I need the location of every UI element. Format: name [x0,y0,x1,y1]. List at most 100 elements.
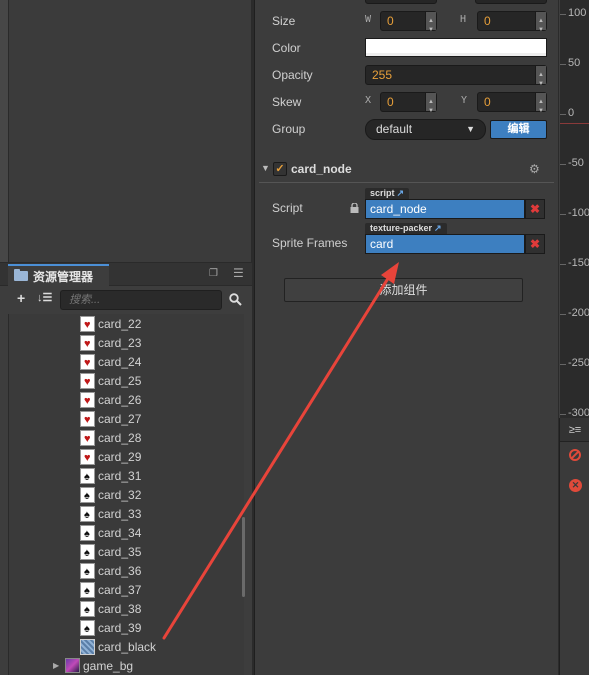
tree-row[interactable]: ♥ card_26 [9,390,244,409]
stepper-icon[interactable] [535,93,546,120]
gear-icon[interactable]: ⚙ [529,162,540,176]
skew-y-value: 0 [484,95,491,109]
tree-row[interactable]: card_black [9,637,244,656]
menu-icon[interactable]: ☰ [233,266,244,280]
tree-row[interactable]: ♠ card_34 [9,523,244,542]
sort-icon[interactable]: ↓☰ [37,291,52,304]
card-back-icon [80,638,95,655]
tree-scrollbar[interactable] [242,517,245,597]
tree-row[interactable]: ♠ card_31 [9,466,244,485]
heart-card-icon: ♥ [80,353,95,370]
tree-row[interactable]: ♠ card_33 [9,504,244,523]
ruler-label: -250 [568,357,589,369]
size-width-input[interactable]: 0 [380,11,437,39]
ruler-label: 50 [568,57,581,69]
heart-card-icon: ♥ [80,410,95,427]
stepper-icon[interactable] [425,93,436,120]
side-toolbar: ≥≡ ✕ [559,418,589,675]
stepper-icon[interactable] [425,12,436,39]
stepper-icon[interactable] [535,12,546,39]
tree-row[interactable]: ♠ card_38 [9,599,244,618]
group-select[interactable]: default ▼ [365,119,486,140]
tree-row[interactable]: ▶ game_bg [9,656,244,675]
ruler-tick [560,214,566,215]
scene-ruler: 100 50 0 -50 -100 -150 -200 -250 -300 [559,0,589,418]
sprite-frames-label: Sprite Frames [272,236,348,250]
ruler-tick [560,314,566,315]
ruler-label: -50 [568,157,584,169]
spade-card-icon: ♠ [80,619,95,636]
component-enabled-checkbox[interactable]: ✓ [273,162,287,176]
popout-icon[interactable]: ❐ [209,268,218,279]
ruler-label: -100 [568,207,589,219]
tree-row[interactable]: ♠ card_36 [9,561,244,580]
spade-card-icon: ♠ [80,581,95,598]
tree-row-label: card_22 [98,316,142,331]
tree-row-label: card_29 [98,449,142,464]
tree-row-label: card_31 [98,468,142,483]
clear-log-icon[interactable] [569,449,581,461]
stepper-icon[interactable] [535,66,546,93]
heart-card-icon: ♥ [80,334,95,351]
tree-row[interactable]: ♥ card_23 [9,333,244,352]
assets-tab-title: 资源管理器 [33,269,94,284]
group-edit-button[interactable]: 编辑 [490,120,547,139]
spade-card-icon: ♠ [80,486,95,503]
tree-row[interactable]: ♠ card_32 [9,485,244,504]
image-icon [65,658,80,673]
add-icon[interactable]: + [17,290,25,306]
tree-row[interactable]: ♥ card_25 [9,371,244,390]
tree-row-label: card_36 [98,563,142,578]
heart-card-icon: ♥ [80,391,95,408]
tree-row[interactable]: ♥ card_29 [9,447,244,466]
skew-x-input[interactable]: 0 [380,92,437,120]
clear-sprite-button[interactable]: ✖ [525,234,545,254]
expand-arrow-icon[interactable]: ▶ [53,661,65,670]
skew-x-axis: X [365,95,372,106]
asset-tree: ♥ card_22 ♥ card_23 ♥ card_24 ♥ card_25 ♥ card_26… [8,314,244,675]
dropdown-arrow-icon: ▼ [466,124,475,134]
size-height-input[interactable]: 0 [477,11,547,39]
lock-icon [350,203,359,213]
heart-card-icon: ♥ [80,315,95,332]
tree-row-label: card_33 [98,506,142,521]
size-w-axis: W [365,14,372,25]
sprite-frames-field[interactable]: card [365,234,525,254]
ruler-label: -200 [568,307,589,319]
tree-row-label: card_23 [98,335,142,350]
clipped-field [475,0,547,4]
add-component-button[interactable]: 添加组件 [284,278,523,302]
spade-card-icon: ♠ [80,524,95,541]
color-swatch[interactable] [365,38,547,57]
tree-row[interactable]: ♥ card_27 [9,409,244,428]
assets-panel: 资源管理器 ❐ ☰ + ↓☰ 搜索... ♥ card_22 ♥ card_23 ♥ ca… [0,262,252,675]
tree-row[interactable]: ♠ card_35 [9,542,244,561]
script-field[interactable]: card_node [365,199,525,219]
ruler-label: 100 [568,7,587,19]
color-label: Color [272,41,301,55]
script-tag-text: script [370,188,395,198]
search-input[interactable]: 搜索... [60,290,222,310]
sprite-tag-text: texture-packer [370,223,433,233]
skew-y-axis: Y [461,95,468,106]
spade-card-icon: ♠ [80,543,95,560]
console-toggle-icon[interactable]: ≥≡ [560,418,589,442]
search-icon[interactable] [229,293,242,306]
external-link-icon[interactable]: ↗ [397,188,405,198]
opacity-input[interactable]: 255 [365,65,547,93]
error-icon[interactable]: ✕ [569,479,582,492]
tree-row[interactable]: ♥ card_24 [9,352,244,371]
tree-row[interactable]: ♥ card_22 [9,314,244,333]
tree-row-label: card_37 [98,582,142,597]
tree-row[interactable]: ♠ card_37 [9,580,244,599]
tree-row-label: card_26 [98,392,142,407]
external-link-icon[interactable]: ↗ [434,223,442,233]
collapse-arrow-icon[interactable]: ▼ [261,163,270,173]
clear-script-button[interactable]: ✖ [525,199,545,219]
tree-row-label: card_34 [98,525,142,540]
tree-row-label: card_38 [98,601,142,616]
tree-row[interactable]: ♠ card_39 [9,618,244,637]
assets-tab[interactable]: 资源管理器 [8,264,109,286]
skew-y-input[interactable]: 0 [477,92,547,120]
tree-row[interactable]: ♥ card_28 [9,428,244,447]
